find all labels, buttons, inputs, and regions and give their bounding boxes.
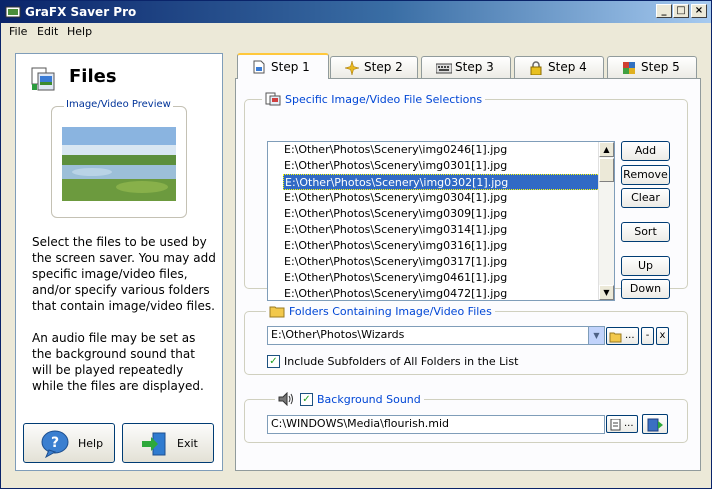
svg-text:?: ? [51, 435, 59, 451]
instructions-audio: An audio file may be set as the backgrou… [32, 331, 204, 393]
remove-folder-button[interactable]: - [641, 327, 654, 345]
help-icon: ? [41, 430, 69, 458]
tab-step-3[interactable]: Step 3 [421, 56, 511, 78]
minimize-button[interactable]: _ [656, 4, 672, 18]
clear-button[interactable]: Clear [621, 188, 670, 208]
menu-file[interactable]: File [9, 25, 27, 38]
folder-icon [269, 306, 285, 318]
browse-sound-label: ... [624, 418, 634, 429]
sound-path-field[interactable]: C:\WINDOWS\Media\flourish.mid [267, 415, 605, 434]
exit-button[interactable]: Exit [122, 423, 214, 463]
instructions: Select the files to be used by the scree… [32, 234, 216, 410]
instructions-files: Select the files to be used by the scree… [32, 235, 216, 313]
include-subfolders-label[interactable]: Include Subfolders of All Folders in the… [284, 355, 518, 368]
tab-step-5[interactable]: Step 5 [607, 56, 697, 78]
file-list-item[interactable]: E:\Other\Photos\Scenery\img0304[1].jpg [268, 190, 614, 206]
sound-path-value: C:\WINDOWS\Media\flourish.mid [271, 417, 450, 430]
document-icon [610, 419, 621, 431]
preview-group: Image/Video Preview [51, 99, 187, 218]
tab-step-1[interactable]: Step 1 [237, 53, 329, 79]
file-selections-title: Specific Image/Video File Selections [262, 92, 486, 106]
file-icon [253, 60, 265, 74]
menu-help[interactable]: Help [67, 25, 92, 38]
clear-folders-button[interactable]: x [656, 327, 669, 345]
close-button[interactable]: × [691, 4, 707, 18]
add-button[interactable]: Add [621, 141, 670, 161]
maximize-button[interactable]: □ [673, 4, 689, 18]
window-title: GraFX Saver Pro [25, 5, 137, 19]
tab-step-1-label: Step 1 [271, 60, 310, 74]
menu-bar: File Edit Help [1, 23, 711, 41]
speaker-icon [278, 392, 293, 406]
file-list-item[interactable]: E:\Other\Photos\Scenery\img0316[1].jpg [268, 238, 614, 254]
play-sound-button[interactable] [642, 414, 668, 434]
file-list-icon [265, 92, 281, 106]
title-bar[interactable]: GraFX Saver Pro _ □ × [1, 1, 711, 23]
file-list-item[interactable]: E:\Other\Photos\Scenery\img0472[1].jpg [268, 286, 614, 300]
sort-button[interactable]: Sort [621, 222, 670, 242]
move-up-button[interactable]: Up [621, 256, 670, 276]
background-sound-label[interactable]: Background Sound [317, 393, 421, 406]
app-icon [5, 6, 21, 18]
info-panel: Files Image/Video Preview Select the fil… [15, 53, 223, 471]
file-list-item[interactable]: E:\Other\Photos\Scenery\img0246[1].jpg [268, 142, 614, 158]
tools-icon [623, 62, 635, 74]
tab-step-2-label: Step 2 [364, 60, 403, 74]
file-list-item[interactable]: E:\Other\Photos\Scenery\img0461[1].jpg [268, 270, 614, 286]
include-subfolders-checkbox[interactable]: ✓ [267, 355, 280, 368]
file-list[interactable]: E:\Other\Photos\Scenery\img0246[1].jpg E:… [267, 141, 615, 301]
file-list-item[interactable]: E:\Other\Photos\Scenery\img0314[1].jpg [268, 222, 614, 238]
browse-folder-label: ... [625, 330, 635, 341]
browse-folder-button[interactable]: ... [606, 327, 639, 345]
browse-sound-button[interactable]: ... [606, 415, 638, 433]
remove-button[interactable]: Remove [621, 165, 670, 185]
file-list-item[interactable]: E:\Other\Photos\Scenery\img0301[1].jpg [268, 158, 614, 174]
preview-label: Image/Video Preview [64, 99, 173, 110]
folder-path-combo[interactable]: E:\Other\Photos\Wizards ▼ [267, 326, 605, 345]
background-sound-checkbox[interactable]: ✓ [300, 392, 313, 406]
tab-step-2[interactable]: Step 2 [330, 56, 418, 78]
move-down-button[interactable]: Down [621, 279, 670, 299]
chevron-down-icon[interactable]: ▼ [588, 327, 604, 344]
speaker-play-icon [647, 418, 663, 432]
exit-icon [142, 432, 166, 456]
file-list-item[interactable]: E:\Other\Photos\Scenery\img0309[1].jpg [268, 206, 614, 222]
folder-path-value: E:\Other\Photos\Wizards [271, 328, 405, 341]
tab-step-3-label: Step 3 [455, 60, 494, 74]
tab-step-4[interactable]: Step 4 [514, 56, 604, 78]
help-button[interactable]: ? Help [23, 423, 115, 463]
lock-icon [530, 61, 542, 75]
open-folder-icon [609, 332, 622, 343]
scroll-down-arrow[interactable]: ▼ [599, 285, 614, 300]
keyboard-icon [436, 63, 452, 74]
scroll-up-arrow[interactable]: ▲ [599, 142, 614, 157]
help-button-label: Help [78, 437, 104, 450]
sparkle-icon [345, 61, 359, 75]
tab-step-5-label: Step 5 [641, 60, 680, 74]
files-icon [31, 67, 55, 91]
exit-button-label: Exit [177, 437, 198, 450]
file-list-item[interactable]: E:\Other\Photos\Scenery\img0302[1].jpg [283, 174, 614, 190]
file-list-scrollbar[interactable]: ▲ ▼ [598, 142, 614, 300]
tab-step-4-label: Step 4 [548, 60, 587, 74]
background-sound-title: ✓ Background Sound [275, 392, 424, 406]
folders-label: Folders Containing Image/Video Files [289, 304, 492, 318]
step-1-panel: Specific Image/Video File Selections E:\… [235, 78, 701, 471]
file-selections-label: Specific Image/Video File Selections [285, 92, 483, 106]
file-list-item[interactable]: E:\Other\Photos\Scenery\img0317[1].jpg [268, 254, 614, 270]
scroll-thumb[interactable] [599, 158, 614, 182]
preview-image [62, 127, 176, 201]
panel-heading: Files [69, 66, 117, 87]
menu-edit[interactable]: Edit [37, 25, 58, 38]
app-window: GraFX Saver Pro _ □ × File Edit Help Fil… [0, 0, 712, 489]
folders-title: Folders Containing Image/Video Files [266, 304, 495, 318]
step-tabs: Step 1 Step 2 Step 3 Step 4 Step 5 Speci… [235, 53, 701, 471]
